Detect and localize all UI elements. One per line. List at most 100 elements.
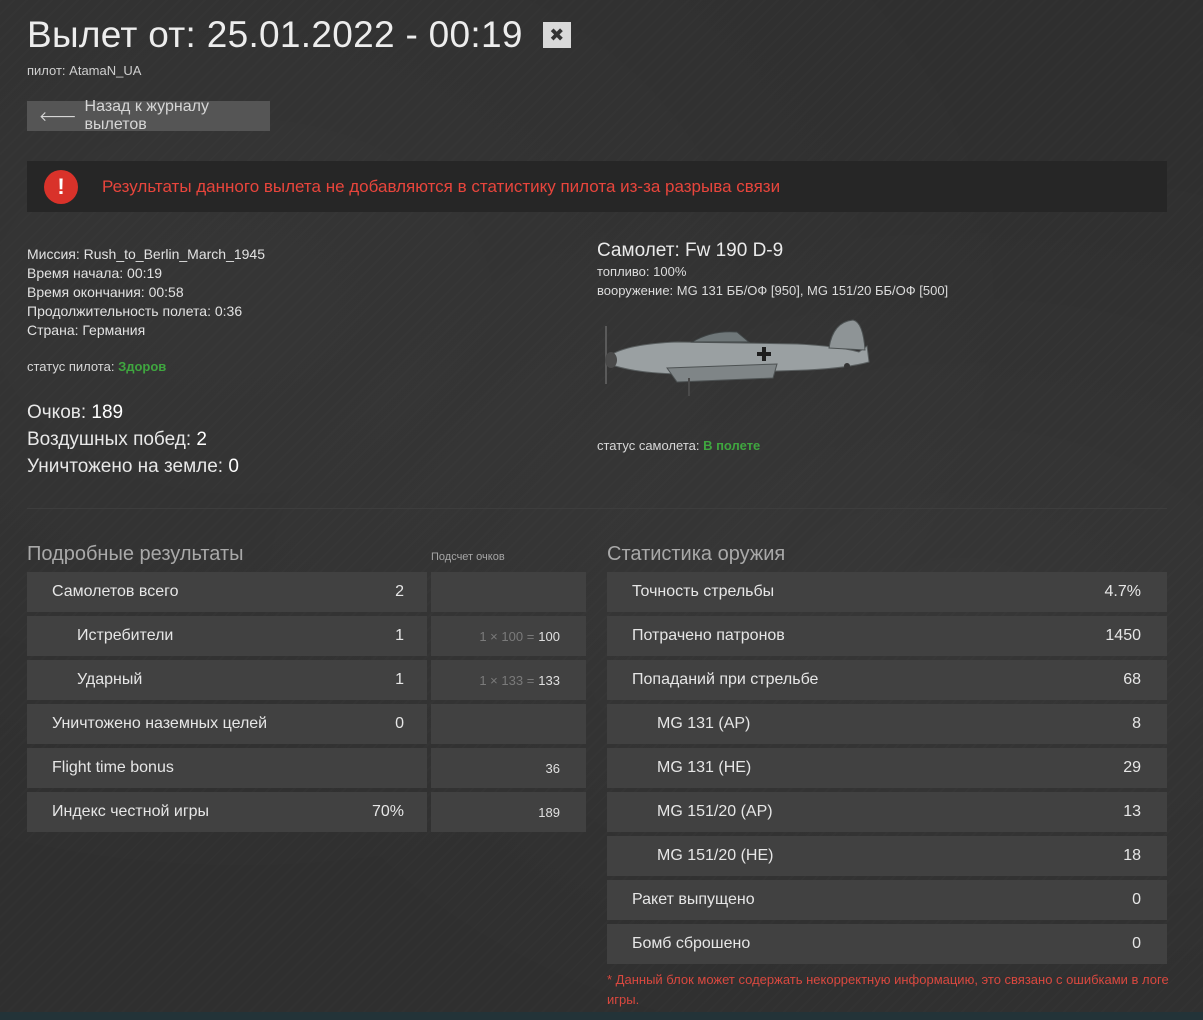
plane-image (605, 319, 870, 396)
weapon-stat-value: 18 (1123, 847, 1141, 864)
weapon-stat-label: MG 151/20 (AP) (657, 803, 773, 820)
results-value: 0 (395, 715, 404, 732)
results-label: Истребители (77, 627, 174, 644)
plane-status-value: В полете (703, 438, 761, 453)
points-value: 133 (538, 672, 560, 688)
results-cell: Индекс честной игры 70% (27, 792, 427, 832)
mission-line: Продолжительность полета: 0:36 (27, 303, 243, 319)
results-value: 1 (395, 671, 404, 688)
results-row: Ударный 1 1 × 133 = 133 (27, 660, 586, 700)
weapon-stat-label: MG 131 (HE) (657, 759, 752, 776)
plane-title: Самолет: Fw 190 D-9 (597, 240, 784, 261)
results-row: Flight time bonus 36 (27, 748, 586, 788)
weapon-stat-value: 8 (1132, 715, 1141, 732)
mission-line: Страна: Германия (27, 322, 146, 338)
air-kills-line: Воздушных побед: 2 (27, 426, 239, 453)
results-points-cell (431, 572, 586, 612)
ground-kills-value: 0 (228, 456, 239, 477)
results-row: Уничтожено наземных целей 0 (27, 704, 586, 744)
air-kills-label: Воздушных побед: (27, 429, 197, 450)
points-value: 189 (91, 402, 124, 423)
weapon-stat-label: Бомб сброшено (632, 935, 751, 952)
weapon-stat-row: Попаданий при стрельбе 68 (607, 660, 1167, 700)
mission-info: Миссия: Rush_to_Berlin_March_1945 Время … (27, 245, 265, 340)
weapon-stat-label: MG 151/20 (HE) (657, 847, 774, 864)
results-label: Flight time bonus (52, 759, 174, 776)
section-divider (27, 508, 1167, 509)
ground-kills-line: Уничтожено на земле: 0 (27, 453, 239, 480)
plane-status: статус самолета: В полете (597, 438, 760, 453)
results-value: 1 (395, 627, 404, 644)
close-button[interactable]: ✖ (542, 22, 571, 48)
weapon-stat-row: MG 151/20 (HE) 18 (607, 836, 1167, 876)
results-value: 2 (395, 583, 404, 600)
mission-line: Миссия: Rush_to_Berlin_March_1945 (27, 246, 265, 262)
weapon-stat-row: Бомб сброшено 0 (607, 924, 1167, 964)
plane-armament: вооружение: MG 131 ББ/ОФ [950], MG 151/2… (597, 283, 949, 298)
ground-kills-label: Уничтожено на земле: (27, 456, 229, 477)
pilot-status-label: статус пилота: (27, 359, 119, 374)
back-to-log-button[interactable]: 🡐 Назад к журналу вылетов (27, 98, 270, 133)
results-row: Истребители 1 1 × 100 = 100 (27, 616, 586, 656)
air-kills-value: 2 (196, 429, 207, 450)
results-cell: Самолетов всего 2 (27, 572, 427, 612)
points-line: Очков: 189 (27, 399, 239, 426)
weapon-stat-label: Попаданий при стрельбе (632, 671, 819, 688)
results-label: Индекс честной игры (52, 803, 210, 820)
title-row: Вылет от: 25.01.2022 - 00:19 ✖ (27, 14, 571, 56)
results-points-cell: 1 × 133 = 133 (431, 660, 586, 700)
weapon-stat-label: Ракет выпущено (632, 891, 755, 908)
results-label: Уничтожено наземных целей (52, 715, 268, 732)
results-row: Индекс честной игры 70% 189 (27, 792, 586, 832)
weapon-stat-label: Потрачено патронов (632, 627, 785, 644)
weapon-stat-value: 68 (1123, 671, 1141, 688)
weapon-stat-label: Точность стрельбы (632, 583, 775, 600)
weapon-stat-label: MG 131 (AP) (657, 715, 751, 732)
points-formula: 1 × 133 = (479, 672, 535, 688)
weapon-stat-value: 4.7% (1104, 583, 1141, 600)
pilot-name: пилот: AtamaN_UA (27, 63, 142, 78)
weapons-footnote: * Данный блок может содержать некорректн… (607, 972, 1169, 1007)
close-icon: ✖ (549, 24, 565, 45)
weapon-stat-value: 29 (1123, 759, 1141, 776)
results-points-cell: 36 (431, 748, 586, 788)
weapon-stat-value: 0 (1132, 891, 1141, 908)
weapon-stat-row: MG 131 (HE) 29 (607, 748, 1167, 788)
exclamation-icon: ! (44, 169, 78, 204)
weapons-title: Статистика оружия (607, 543, 786, 565)
results-value: 70% (371, 803, 404, 820)
points-value: 100 (538, 628, 560, 644)
points-value: 189 (538, 804, 560, 820)
back-button-label: Назад к журналу вылетов (84, 98, 209, 133)
weapon-stat-value: 13 (1123, 803, 1141, 820)
weapon-stat-value: 1450 (1105, 627, 1141, 644)
results-label: Ударный (77, 671, 143, 688)
weapon-stat-value: 0 (1132, 935, 1141, 952)
mission-line: Время окончания: 00:58 (27, 284, 184, 300)
points-value: 36 (545, 760, 560, 776)
results-title: Подробные результаты (27, 543, 244, 565)
sortie-summary: Очков: 189 Воздушных побед: 2 Уничтожено… (27, 399, 239, 480)
arrow-left-icon: 🡐 (39, 107, 77, 124)
weapon-stat-row: Ракет выпущено 0 (607, 880, 1167, 920)
results-row: Самолетов всего 2 (27, 572, 586, 612)
pilot-status-value: Здоров (118, 359, 167, 374)
connection-alert: ! Результаты данного вылета не добавляют… (27, 161, 1167, 212)
plane-info: Самолет: Fw 190 D-9 топливо: 100% вооруж… (597, 240, 948, 300)
results-points-cell: 1 × 100 = 100 (431, 616, 586, 656)
page-title: Вылет от: 25.01.2022 - 00:19 (27, 14, 523, 55)
mission-line: Время начала: 00:19 (27, 265, 163, 281)
results-points-cell: 189 (431, 792, 586, 832)
points-formula: 1 × 100 = (479, 628, 535, 644)
points-header: Подсчет очков (431, 551, 505, 563)
sortie-page: Вылет от: 25.01.2022 - 00:19 ✖ пилот: At… (0, 0, 1203, 1020)
weapon-stat-row: Точность стрельбы 4.7% (607, 572, 1167, 612)
alert-text: Результаты данного вылета не добавляются… (102, 176, 781, 196)
results-cell: Ударный 1 (27, 660, 427, 700)
pilot-status: статус пилота: Здоров (27, 359, 166, 374)
weapon-stat-row: MG 131 (AP) 8 (607, 704, 1167, 744)
results-cell: Уничтожено наземных целей 0 (27, 704, 427, 744)
results-cell: Истребители 1 (27, 616, 427, 656)
bottom-bar (0, 1012, 1203, 1020)
results-label: Самолетов всего (52, 583, 179, 600)
